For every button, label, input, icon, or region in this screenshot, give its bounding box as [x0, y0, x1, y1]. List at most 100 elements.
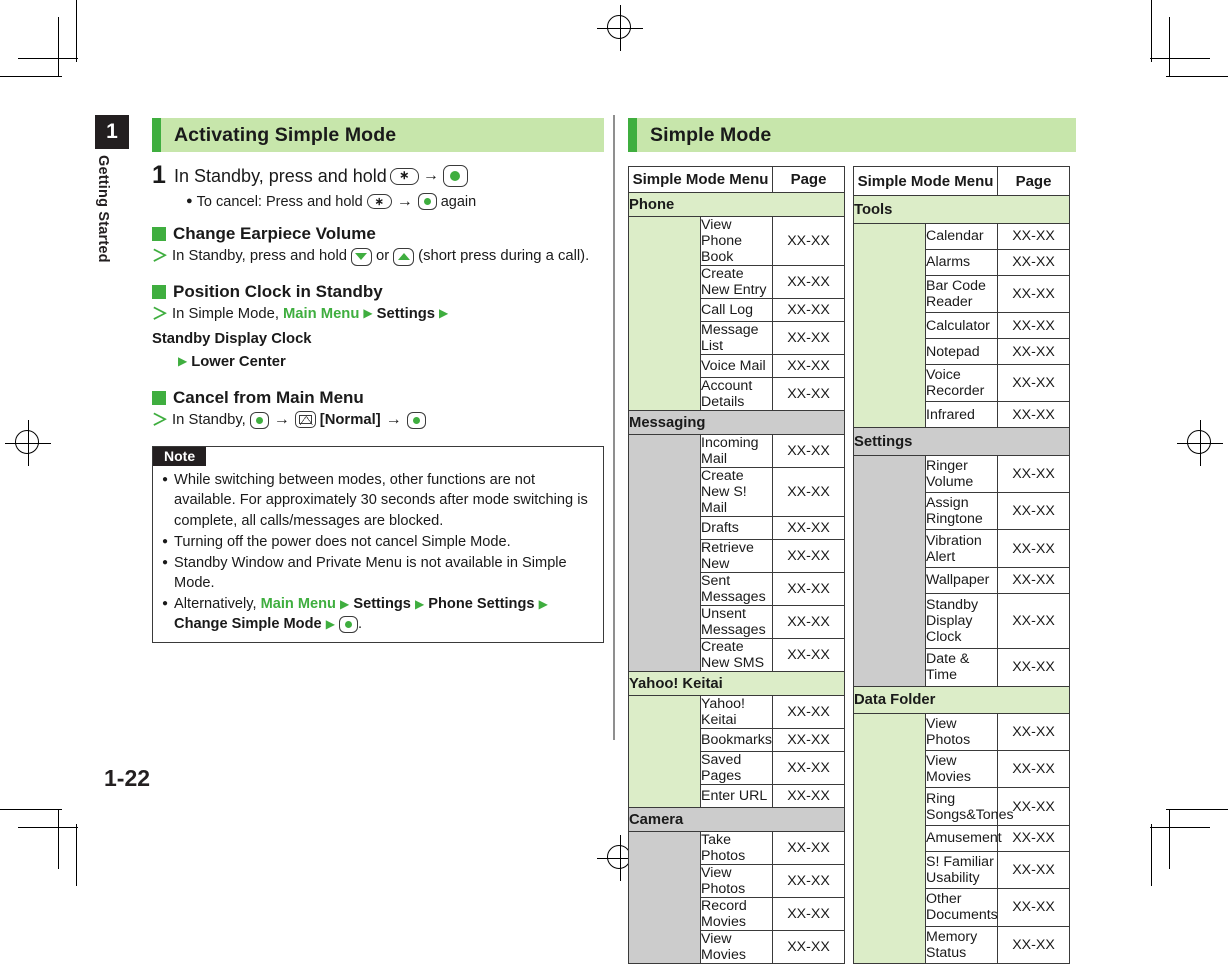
- green-arrow-icon: ＞: [152, 248, 169, 266]
- note-text: While switching between modes, other fun…: [174, 472, 588, 529]
- right-column: Simple Mode Simple Mode Menu Page Phone Vie…: [628, 118, 1076, 964]
- group-label: Tools: [853, 195, 1070, 224]
- menu-item-page: XX-XX: [772, 930, 845, 964]
- menu-item-page: XX-XX: [772, 516, 845, 540]
- menu-step-change-simple-mode: Change Simple Mode: [174, 616, 322, 633]
- procedure-prefix: In Simple Mode,: [172, 305, 279, 322]
- column-header-menu: Simple Mode Menu: [853, 165, 998, 197]
- menu-item-page: XX-XX: [997, 712, 1070, 752]
- menu-item-name: Sent Messages: [700, 572, 773, 606]
- step-text: In Standby, press and hold: [174, 166, 387, 186]
- green-arrow-icon: ＞: [152, 305, 169, 323]
- note-label: Note: [153, 447, 207, 467]
- center-key-icon: [338, 615, 358, 633]
- arrow-icon: →: [273, 410, 290, 428]
- menu-item-page: XX-XX: [997, 750, 1070, 789]
- menu-item-name: Voice Mail: [700, 354, 773, 378]
- menu-item-page: XX-XX: [772, 695, 845, 729]
- menu-item-name: Retrieve New: [700, 539, 773, 573]
- group-indent-strip: [628, 216, 701, 411]
- table-row[interactable]: Ringer Volume XX-XX: [853, 454, 1070, 687]
- group-label: Settings: [853, 427, 1070, 456]
- menu-item-page: XX-XX: [772, 784, 845, 808]
- procedure-line-continued: ▶ Lower Center: [152, 352, 604, 373]
- group-indent-strip: [853, 222, 926, 429]
- table-row[interactable]: View Photos XX-XX: [853, 712, 1070, 964]
- procedure-text-tail: (short press during a call).: [418, 248, 590, 265]
- section-header-activating-simple-mode: Activating Simple Mode: [152, 118, 604, 152]
- group-indent-strip: [853, 454, 926, 687]
- group-indent-strip: [628, 695, 701, 808]
- menu-step-phone-settings: Phone Settings: [428, 596, 535, 613]
- menu-item-page: XX-XX: [997, 222, 1070, 250]
- menu-item-page: XX-XX: [997, 401, 1070, 429]
- menu-item-name: View Photos: [925, 712, 998, 752]
- menu-item-name: Bookmarks: [700, 728, 773, 752]
- mail-key-icon: [294, 410, 316, 428]
- section-header-title: Activating Simple Mode: [174, 123, 397, 146]
- menu-item-page: XX-XX: [772, 831, 845, 865]
- table-row[interactable]: Incoming Mail XX-XX: [628, 434, 845, 672]
- menu-item-page: XX-XX: [997, 491, 1070, 531]
- menu-item-name: Voice Recorder: [925, 364, 998, 403]
- table-group-row: Tools: [853, 195, 1070, 224]
- simple-mode-menu-table-right: Simple Mode Menu Page Tools Calendar XX-XX Al…: [853, 165, 1070, 964]
- cancel-text-suffix: again: [440, 193, 477, 210]
- table-group-row: Yahoo! Keitai: [628, 671, 845, 696]
- center-key-icon: [417, 193, 437, 211]
- menu-item-name: Record Movies: [700, 897, 773, 931]
- menu-item-name: Assign Ringtone: [925, 491, 998, 531]
- menu-item-name: Call Log: [700, 298, 773, 322]
- arrow-icon: →: [396, 192, 413, 210]
- menu-item-name: Wallpaper: [925, 566, 998, 594]
- note-item: ● Alternatively, Main Menu ▶ Settings ▶ …: [153, 594, 603, 634]
- menu-item-name: View Phone Book: [700, 216, 773, 266]
- note-text: Turning off the power does not cancel Si…: [174, 533, 511, 550]
- menu-item-name: S! Familiar Usability: [925, 850, 998, 890]
- table-body-right: Simple Mode Menu Page Tools Calendar XX-XX Al…: [853, 165, 1070, 964]
- menu-item-name: Create New S! Mail: [700, 467, 773, 517]
- table-header-row: Simple Mode Menu Page: [628, 166, 845, 193]
- table-row[interactable]: Calendar XX-XX: [853, 222, 1070, 429]
- menu-item-page: XX-XX: [772, 467, 845, 517]
- arrow-icon: →: [385, 410, 402, 428]
- menu-item-page: XX-XX: [997, 824, 1070, 852]
- menu-item-page: XX-XX: [997, 454, 1070, 493]
- procedure-line: ＞ In Standby, → [Normal] →: [152, 410, 604, 431]
- column-header-page: Page: [772, 166, 845, 193]
- table-group-row: Messaging: [628, 410, 845, 435]
- menu-item-name: Saved Pages: [700, 751, 773, 785]
- procedure-text-or: or: [375, 248, 390, 265]
- note-text-alternative: Alternatively, Main Menu ▶ Settings ▶ Ph…: [174, 594, 593, 634]
- registration-mark-right: [1177, 420, 1223, 466]
- menu-item-page: XX-XX: [997, 338, 1070, 366]
- table-row[interactable]: View Phone Book XX-XX: [628, 216, 845, 411]
- subsection-title: Position Clock in Standby: [173, 281, 383, 301]
- menu-item-name: Date & Time: [925, 648, 998, 687]
- menu-item-page: XX-XX: [997, 592, 1070, 650]
- menu-item-page: XX-XX: [772, 572, 845, 606]
- table-row[interactable]: Take Photos XX-XX: [628, 831, 845, 964]
- menu-item-page: XX-XX: [772, 897, 845, 931]
- menu-item-name: Memory Status: [925, 925, 998, 964]
- menu-step-lower-center: Lower Center: [191, 354, 286, 371]
- triangle-icon: ▶: [414, 597, 425, 612]
- star-key-icon: ∗: [389, 167, 419, 185]
- group-label: Messaging: [628, 410, 845, 435]
- menu-item-name: Yahoo! Keitai: [700, 695, 773, 729]
- group-label: Camera: [628, 807, 845, 832]
- column-header-menu: Simple Mode Menu: [628, 166, 773, 193]
- note-text: Standby Window and Private Menu is not a…: [174, 554, 567, 591]
- table-group-row: Phone: [628, 192, 845, 217]
- menu-item-page: XX-XX: [772, 321, 845, 355]
- column-header-page: Page: [997, 165, 1070, 197]
- center-key-icon: [442, 165, 468, 188]
- bullet-icon: ●: [162, 598, 169, 610]
- subsection-position-clock-in-standby: Position Clock in Standby: [152, 282, 604, 302]
- cancel-text: To cancel: Press and hold: [196, 193, 363, 210]
- table-row[interactable]: Yahoo! Keitai XX-XX: [628, 695, 845, 808]
- triangle-icon: ▶: [178, 354, 188, 369]
- bullet-icon: ●: [162, 535, 169, 547]
- center-key-icon: [406, 411, 426, 429]
- menu-item-name: Drafts: [700, 516, 773, 540]
